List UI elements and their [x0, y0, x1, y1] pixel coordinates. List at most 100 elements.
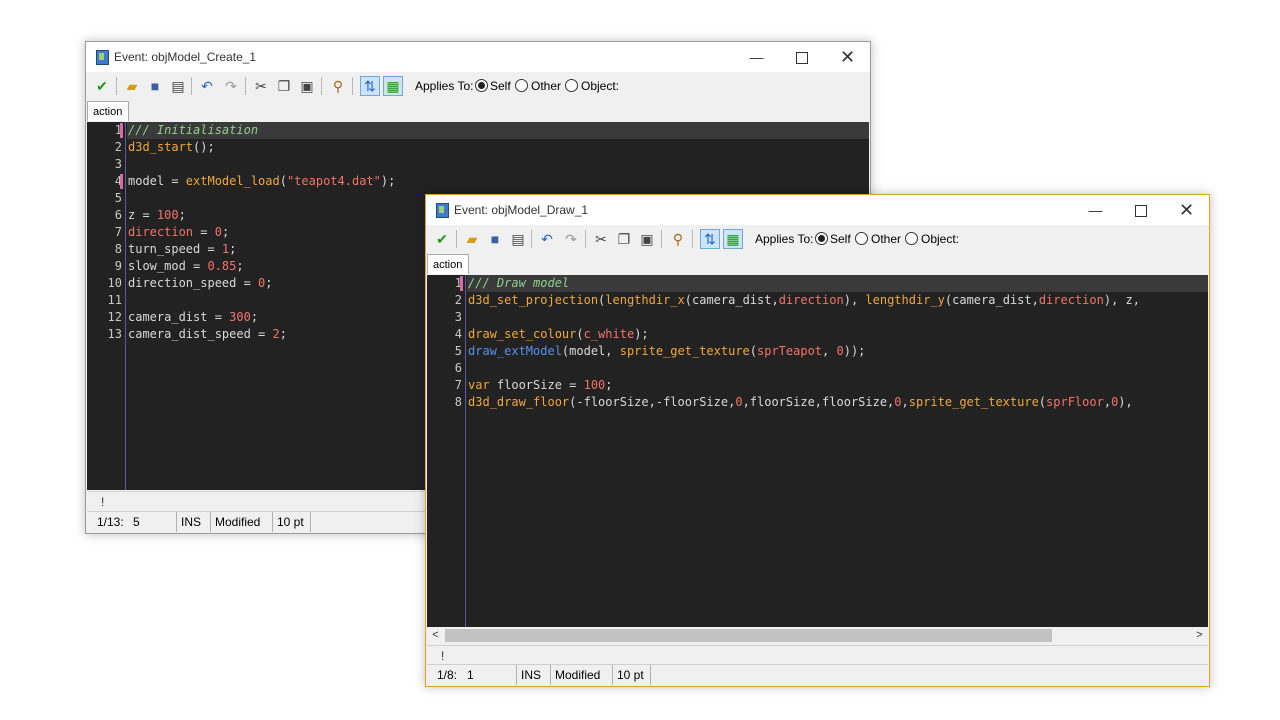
minimize-button[interactable]: —	[1073, 195, 1118, 225]
code-line[interactable]: camera_dist_speed = 2;	[128, 326, 287, 343]
redo-icon[interactable]: ↷	[561, 229, 581, 249]
save-icon[interactable]: ■	[145, 76, 165, 96]
applies-to-label: Applies To:	[755, 232, 814, 246]
code-token: (	[1038, 395, 1047, 409]
toggle-b-icon[interactable]: ▦	[723, 229, 743, 249]
find-icon[interactable]: ⚲	[328, 76, 348, 96]
code-token: camera_dist =	[128, 310, 230, 324]
code-token: ),	[843, 293, 866, 307]
code-token: ,	[901, 395, 909, 409]
line-number: 4	[454, 327, 462, 341]
code-token: 0.85	[207, 259, 237, 273]
code-line[interactable]: /// Draw model	[468, 275, 569, 292]
undo-icon[interactable]: ↶	[197, 76, 217, 96]
maximize-button[interactable]	[779, 42, 824, 72]
find-icon[interactable]: ⚲	[668, 229, 688, 249]
minimize-button[interactable]: —	[734, 42, 779, 72]
scrollbar-thumb[interactable]	[445, 629, 1052, 642]
code-token: (camera_dist,	[684, 293, 779, 307]
code-token: ;	[605, 378, 613, 392]
code-editor[interactable]: 1 2 3 4 5 6 7 8 /// Draw model d3d_set_projectio…	[427, 275, 1208, 627]
horizontal-scrollbar[interactable]: < >	[427, 627, 1208, 644]
code-token: ;	[279, 327, 287, 341]
code-token: ;	[221, 225, 230, 239]
code-token: 0	[836, 344, 844, 358]
redo-icon[interactable]: ↷	[221, 76, 241, 96]
open-folder-icon[interactable]: ▰	[462, 229, 482, 249]
code-line[interactable]: model = extModel_load("teapot4.dat");	[128, 173, 395, 190]
object-radio[interactable]	[905, 232, 918, 245]
cursor-column: 5	[129, 512, 177, 532]
scroll-right-icon[interactable]: >	[1191, 627, 1208, 644]
code-token: 2	[272, 327, 280, 341]
other-label: Other	[531, 79, 562, 93]
line-number: 5	[454, 344, 462, 358]
applies-to-label: Applies To:	[415, 79, 474, 93]
print-icon[interactable]: ▤	[508, 229, 528, 249]
code-token: (camera_dist,	[944, 293, 1039, 307]
other-label: Other	[871, 232, 902, 246]
code-line[interactable]: draw_extModel(model, sprite_get_texture(…	[468, 343, 865, 360]
tab-action[interactable]: action	[427, 254, 469, 274]
toolbar-separator	[531, 230, 532, 248]
ok-check-icon[interactable]: ✔	[92, 76, 112, 96]
copy-icon[interactable]: ❐	[274, 76, 294, 96]
line-number: 10	[107, 276, 122, 290]
code-line[interactable]: z = 100;	[128, 207, 186, 224]
title-bar[interactable]: Event: objModel_Draw_1 — ✕	[426, 195, 1209, 225]
line-number-gutter: 1 2 3 4 5 6 7 8 9 10 11 12 13	[87, 122, 126, 490]
title-bar[interactable]: Event: objModel_Create_1 — ✕	[86, 42, 870, 72]
undo-icon[interactable]: ↶	[537, 229, 557, 249]
code-token: d3d_draw_floor	[468, 395, 570, 409]
change-marker	[120, 123, 123, 138]
code-line[interactable]: direction_speed = 0;	[128, 275, 273, 292]
toggle-a-icon[interactable]: ⇅	[700, 229, 720, 249]
code-line[interactable]: turn_speed = 1;	[128, 241, 236, 258]
code-line[interactable]: /// Initialisation	[128, 122, 258, 139]
status-bar: 1/8: 1 INS Modified 10 pt	[427, 664, 1208, 685]
code-line[interactable]: draw_set_colour(c_white);	[468, 326, 649, 343]
code-token: extModel_load	[185, 174, 280, 188]
code-editor-window-draw[interactable]: Event: objModel_Draw_1 — ✕ ✔ ▰ ■ ▤ ↶ ↷ ✂…	[425, 194, 1210, 687]
self-radio[interactable]	[815, 232, 828, 245]
code-line[interactable]: slow_mod = 0.85;	[128, 258, 244, 275]
other-radio[interactable]	[855, 232, 868, 245]
code-token: direction	[778, 293, 844, 307]
maximize-button[interactable]	[1118, 195, 1163, 225]
open-folder-icon[interactable]: ▰	[122, 76, 142, 96]
code-token: ,	[822, 344, 837, 358]
code-token: );	[634, 327, 649, 341]
other-radio[interactable]	[515, 79, 528, 92]
cut-icon[interactable]: ✂	[251, 76, 271, 96]
copy-icon[interactable]: ❐	[614, 229, 634, 249]
code-line[interactable]: d3d_start();	[128, 139, 215, 156]
paste-icon[interactable]: ▣	[637, 229, 657, 249]
close-button[interactable]: ✕	[1164, 195, 1209, 225]
save-icon[interactable]: ■	[485, 229, 505, 249]
code-line[interactable]: camera_dist = 300;	[128, 309, 258, 326]
toolbar-separator	[661, 230, 662, 248]
self-radio[interactable]	[475, 79, 488, 92]
code-token: ;	[265, 276, 273, 290]
tab-action[interactable]: action	[87, 101, 129, 121]
line-number-gutter: 1 2 3 4 5 6 7 8	[427, 275, 466, 627]
code-token: ;	[178, 208, 186, 222]
paste-icon[interactable]: ▣	[297, 76, 317, 96]
code-token: "teapot4.dat"	[286, 174, 381, 188]
code-area[interactable]: /// Draw model d3d_set_projection(lengthd…	[467, 275, 1208, 627]
object-radio[interactable]	[565, 79, 578, 92]
line-number: 12	[107, 310, 122, 324]
code-line[interactable]: var floorSize = 100;	[468, 377, 613, 394]
code-line[interactable]: direction = 0;	[128, 224, 229, 241]
toggle-b-icon[interactable]: ▦	[383, 76, 403, 96]
print-icon[interactable]: ▤	[168, 76, 188, 96]
code-token: z =	[128, 208, 157, 222]
code-line[interactable]: d3d_set_projection(lengthdir_x(camera_di…	[468, 292, 1140, 309]
cut-icon[interactable]: ✂	[591, 229, 611, 249]
code-line[interactable]: d3d_draw_floor(-floorSize,-floorSize,0,f…	[468, 394, 1133, 411]
scroll-left-icon[interactable]: <	[427, 627, 444, 644]
close-button[interactable]: ✕	[825, 42, 870, 72]
ok-check-icon[interactable]: ✔	[432, 229, 452, 249]
code-token: /// Draw model	[468, 276, 570, 290]
toggle-a-icon[interactable]: ⇅	[360, 76, 380, 96]
